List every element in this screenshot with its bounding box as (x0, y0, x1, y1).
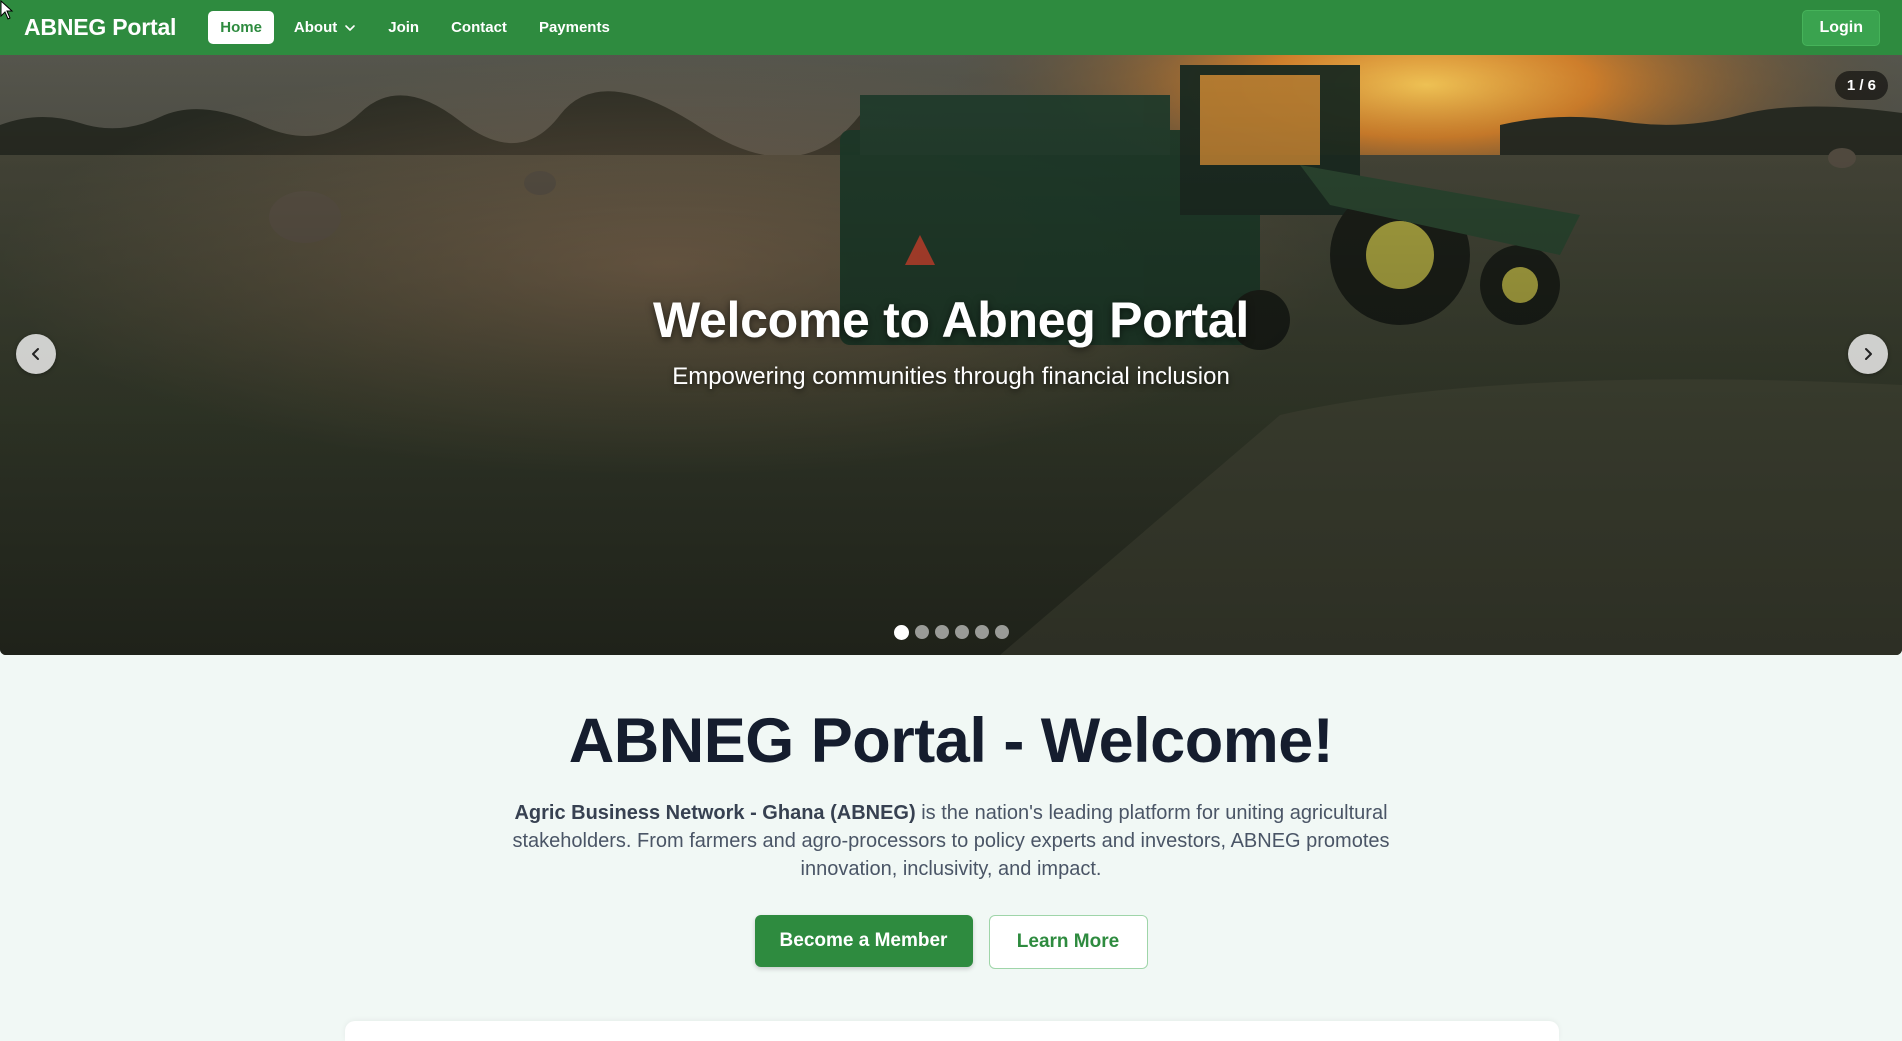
org-name: Agric Business Network - Ghana (ABNEG) (514, 802, 916, 824)
slide-dot-6[interactable] (994, 625, 1009, 639)
nav-link-payments-label: Payments (538, 19, 610, 36)
hero-caption: Welcome to Abneg Portal Empowering commu… (0, 291, 1902, 391)
nav-link-join-label: Join (388, 19, 420, 36)
nav-links: Home About Join Contact Payments (208, 11, 622, 44)
slide-dot-3[interactable] (934, 625, 949, 639)
nav-link-payments[interactable]: Payments (527, 11, 622, 44)
slide-dot-2[interactable] (914, 625, 929, 639)
welcome-section: ABNEG Portal - Welcome! Agric Business N… (0, 655, 1902, 969)
hero-carousel: 1 / 6 Welcome to Abneg Portal Empowering… (0, 55, 1902, 655)
content-card-edge (345, 1021, 1559, 1041)
slide-counter: 1 / 6 (1834, 71, 1888, 100)
nav-link-home[interactable]: Home (208, 11, 274, 44)
welcome-description: Agric Business Network - Ghana (ABNEG) i… (506, 799, 1396, 883)
hero-title: Welcome to Abneg Portal (653, 292, 1249, 348)
brand-logo[interactable]: ABNEG Portal (24, 14, 176, 41)
top-navbar: ABNEG Portal Home About Join Contact Pay… (0, 0, 1902, 55)
page-title: ABNEG Portal - Welcome! (568, 706, 1334, 776)
mouse-pointer-icon (0, 0, 14, 20)
slide-dot-4[interactable] (954, 625, 969, 639)
slide-dot-1[interactable] (893, 624, 909, 640)
become-member-button[interactable]: Become a Member (754, 915, 973, 967)
cta-row: Become a Member Learn More (0, 915, 1902, 969)
chevron-down-icon (345, 24, 356, 31)
nav-link-contact[interactable]: Contact (439, 11, 519, 44)
learn-more-button[interactable]: Learn More (988, 915, 1148, 969)
nav-link-about-label: About (293, 19, 338, 36)
nav-link-home-label: Home (220, 19, 262, 36)
slide-dot-5[interactable] (974, 625, 989, 639)
nav-link-join[interactable]: Join (376, 11, 431, 44)
slide-indicators (0, 624, 1902, 640)
nav-link-contact-label: Contact (451, 19, 507, 36)
nav-link-about[interactable]: About (282, 11, 368, 44)
login-button[interactable]: Login (1802, 9, 1880, 46)
hero-subtitle: Empowering communities through financial… (672, 363, 1230, 390)
